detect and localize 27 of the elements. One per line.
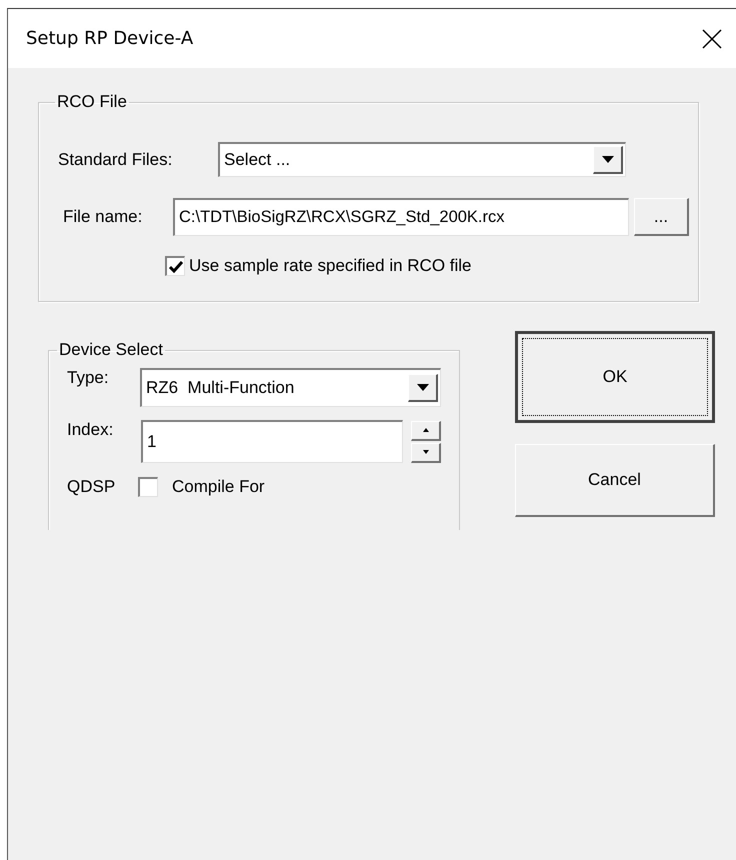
dropdown[interactable]: RZ6 Multi-Function — [140, 368, 441, 407]
spin-down-button[interactable] — [411, 442, 441, 462]
checkbox[interactable] — [165, 256, 185, 276]
dialog-button[interactable]: OK — [515, 331, 715, 423]
checkbox-label[interactable]: Use sample rate specified in RCO file — [189, 256, 472, 276]
field-label: QDSP — [67, 477, 116, 497]
check-icon — [168, 260, 182, 272]
checkbox-label[interactable]: Compile For — [172, 477, 265, 497]
down-icon — [422, 450, 428, 454]
input-field[interactable]: C:\TDT\BioSigRZ\RCX\SGRZ_Std_200K.rcx — [173, 198, 629, 236]
browse-button[interactable]: ... — [634, 198, 689, 236]
field-label: Standard Files: — [58, 150, 174, 170]
caret-icon — [416, 384, 428, 391]
checkbox[interactable] — [138, 477, 158, 497]
close-icon[interactable] — [702, 28, 722, 48]
caret-icon — [602, 156, 614, 163]
field-label: Index: — [67, 420, 114, 440]
field-label: Type: — [67, 368, 110, 388]
group-title: Device Select — [58, 340, 164, 360]
window-title: Setup RP Device-A — [26, 28, 194, 49]
spin-up-button[interactable] — [411, 420, 441, 440]
dropdown[interactable]: Select ... — [218, 142, 626, 177]
field-label: File name: — [63, 207, 144, 227]
up-icon — [422, 428, 428, 432]
group-title: RCO File — [56, 92, 128, 112]
dialog-button[interactable]: Cancel — [515, 444, 715, 517]
input-field[interactable]: 1 — [141, 420, 403, 463]
